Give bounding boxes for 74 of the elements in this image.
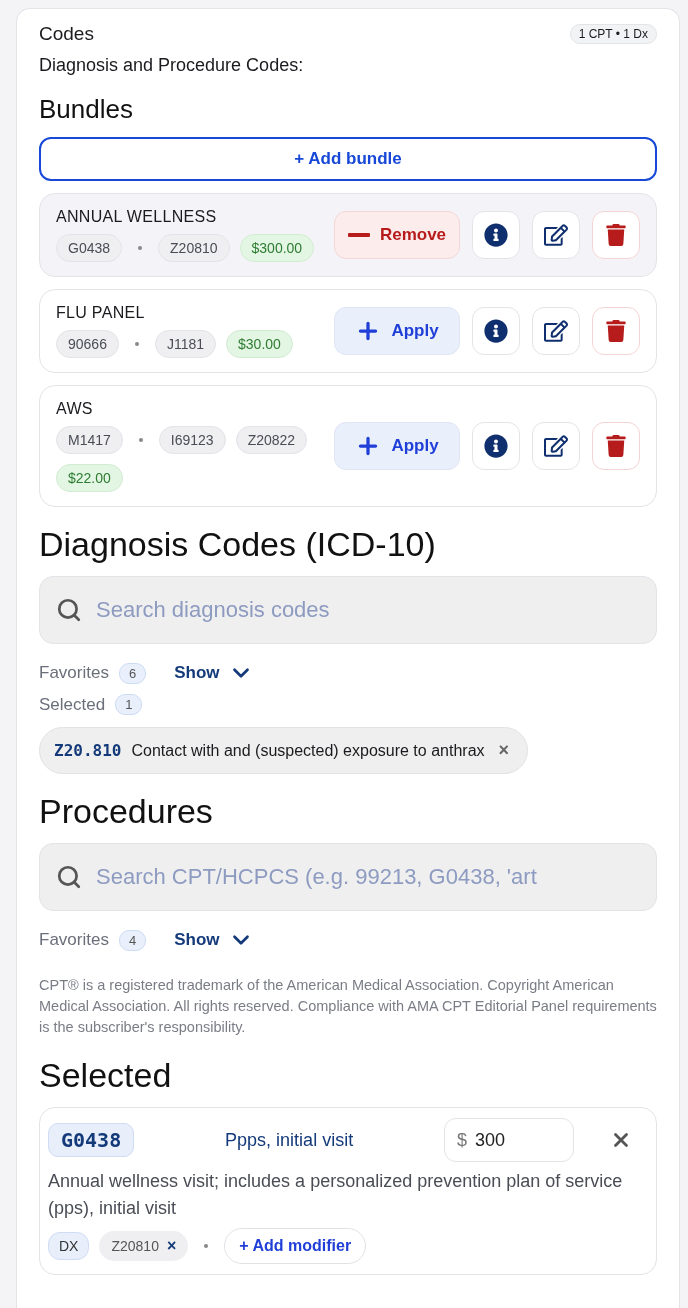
cpt-disclaimer: CPT® is a registered trademark of the American Medical Association. Copyright American Medical Association. All rights reserved. Compliance with AMA CPT Editorial Panel requirements is the subscriber's responsibility.	[39, 976, 657, 1037]
separator-dot	[204, 1244, 209, 1248]
apply-button[interactable]: Apply	[334, 307, 460, 355]
edit-icon	[544, 223, 568, 247]
section-heading: Selected	[39, 1056, 173, 1095]
add-bundle-button[interactable]: + Add bundle	[39, 137, 657, 181]
cpt-code: 90666	[56, 330, 119, 358]
search-icon	[56, 597, 82, 623]
bundle-price: $22.00	[56, 464, 123, 492]
trash-icon	[605, 224, 627, 246]
separator-dot	[138, 438, 143, 442]
diagnosis-code: Z20.810	[54, 741, 122, 760]
search-icon	[56, 864, 82, 890]
remove-button[interactable]: ×	[166, 1237, 177, 1255]
dx-label: DX	[48, 1232, 90, 1260]
edit-button[interactable]	[532, 307, 580, 355]
edit-icon	[544, 434, 568, 458]
dx-code: Z20822	[235, 426, 308, 454]
dx-code: Z20810	[158, 234, 230, 262]
favorites-count: 6	[118, 662, 147, 684]
code-summary: 1 CPT • 1 Dx	[569, 24, 657, 44]
separator-dot	[134, 342, 139, 346]
delete-button[interactable]	[592, 307, 640, 355]
info-button[interactable]	[472, 307, 520, 355]
procedure-code: G0438	[48, 1123, 135, 1157]
info-icon	[484, 319, 508, 343]
show-favorites-button[interactable]: Show	[174, 927, 254, 953]
cpt-code: M1417	[56, 426, 123, 454]
selected-count: 1	[115, 694, 143, 715]
bundle-name: FLU PANEL	[56, 304, 146, 322]
cpt-code: G0438	[56, 234, 123, 262]
dx-code: J1181	[154, 330, 217, 358]
dx-code-chip: Z20810 ×	[99, 1231, 189, 1261]
diagnosis-search-field[interactable]: Search diagnosis codes	[39, 576, 657, 644]
diagnosis-description: Contact with and (suspected) exposure to anthrax	[131, 741, 485, 760]
favorites-count: 4	[118, 929, 147, 951]
info-icon	[484, 223, 508, 247]
info-button[interactable]	[472, 211, 520, 259]
currency-symbol: $	[457, 1129, 467, 1151]
section-heading: Bundles	[39, 94, 134, 125]
delete-button[interactable]	[592, 422, 640, 470]
show-favorites-button[interactable]: Show	[174, 660, 254, 686]
edit-button[interactable]	[532, 211, 580, 259]
search-input[interactable]: Search CPT/HCPCS (e.g. 99213, G0438, 'art	[94, 863, 640, 891]
search-input[interactable]: Search diagnosis codes	[94, 596, 640, 624]
favorites-label: Favorites	[39, 930, 109, 950]
add-modifier-button[interactable]: + Add modifier	[224, 1228, 367, 1264]
section-heading: Diagnosis Codes (ICD-10)	[39, 525, 437, 564]
remove-button[interactable]: Remove	[334, 211, 460, 259]
delete-button[interactable]	[592, 211, 640, 259]
price-field[interactable]: $ 300	[444, 1118, 574, 1162]
procedure-search-field[interactable]: Search CPT/HCPCS (e.g. 99213, G0438, 'art	[39, 843, 657, 911]
minus-icon	[347, 233, 370, 237]
trash-icon	[605, 320, 627, 342]
selected-label: Selected	[39, 694, 106, 715]
dx-code: I69123	[158, 426, 226, 454]
separator-dot	[138, 246, 143, 250]
info-button[interactable]	[472, 422, 520, 470]
bundle-price: $300.00	[239, 234, 315, 262]
favorites-label: Favorites	[39, 663, 109, 683]
section-heading: Procedures	[39, 792, 214, 831]
procedure-description: Annual wellness visit; includes a personalized prevention plan of service (pps), initial visit	[48, 1170, 624, 1220]
remove-button[interactable]: ×	[494, 740, 514, 761]
card-title: Codes	[39, 23, 94, 45]
bundle-name: ANNUAL WELLNESS	[56, 208, 218, 226]
procedure-title: Ppps, initial visit	[225, 1129, 354, 1151]
info-icon	[484, 434, 508, 458]
apply-button[interactable]: Apply	[334, 422, 460, 470]
card-subtitle: Diagnosis and Procedure Codes:	[39, 55, 305, 76]
bundle-name: AWS	[56, 400, 94, 418]
edit-icon	[544, 319, 568, 343]
edit-button[interactable]	[532, 422, 580, 470]
bundle-price: $30.00	[226, 330, 293, 358]
trash-icon	[605, 435, 627, 457]
